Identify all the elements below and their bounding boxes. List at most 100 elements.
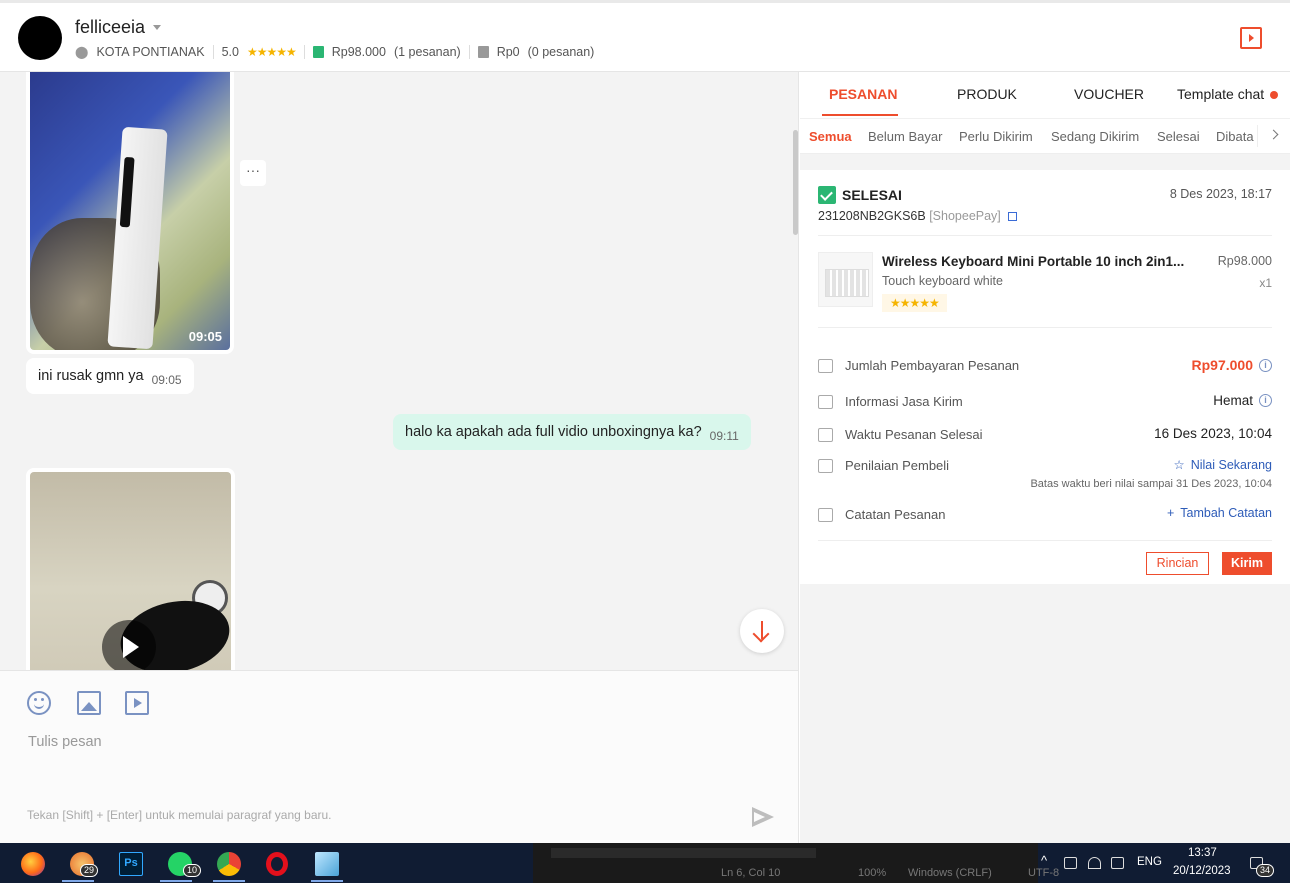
notification-dot [1270, 91, 1279, 99]
subtab-selesai[interactable]: Selesai [1157, 129, 1200, 144]
wifi-icon[interactable] [1088, 857, 1101, 869]
product-rating-stars-icon: ★★★★★ [882, 294, 947, 312]
copy-icon[interactable] [1008, 212, 1018, 221]
order-status: SELESAI [818, 186, 902, 204]
payment-total: Rp97.000 [1191, 357, 1253, 373]
buyer-rating-row: Penilaian Pembeli ☆ Nilai Sekarang [818, 457, 1272, 477]
cancelled-icon [477, 46, 489, 58]
order-note-row: Catatan Pesanan + Tambah Catatan [818, 506, 1272, 526]
more-options-button[interactable]: ··· [240, 160, 266, 186]
video-message[interactable]: 09:05 [26, 72, 234, 354]
meet-icon[interactable] [1064, 857, 1077, 869]
row-label: Penilaian Pembeli [845, 458, 950, 473]
row-label: Catatan Pesanan [845, 507, 946, 522]
completed-time-row: Waktu Pesanan Selesai 16 Des 2023, 10:04 [818, 426, 1272, 446]
unpaid-amount: Rp0 [496, 45, 520, 59]
row-label: Informasi Jasa Kirim [845, 394, 963, 409]
truck-icon [818, 395, 833, 409]
rate-now-label: Nilai Sekarang [1190, 457, 1272, 472]
subtab-perlu-dikirim[interactable]: Perlu Dikirim [959, 129, 1033, 144]
add-note-link[interactable]: + Tambah Catatan [1167, 506, 1272, 520]
editor-position: Ln 6, Col 10 [721, 867, 781, 879]
paid-amount: Rp98.000 [331, 45, 386, 59]
whatsapp-badge: 10 [183, 864, 202, 877]
subtab-dibatalkan[interactable]: Dibata [1216, 129, 1254, 144]
star-outline-icon [818, 459, 833, 473]
tab-template-chat[interactable]: Template chat [1177, 86, 1279, 102]
details-button[interactable]: Rincian [1146, 552, 1209, 575]
tab-pesanan[interactable]: PESANAN [829, 86, 897, 102]
clock-time[interactable]: 13:37 [1188, 847, 1217, 859]
editor-zoom: 100% [858, 867, 887, 879]
composer-hint: Tekan [Shift] + [Enter] untuk memulai pa… [27, 808, 332, 822]
divider [818, 540, 1272, 541]
username-dropdown[interactable]: felliceeia [75, 17, 162, 38]
opera-icon[interactable] [266, 852, 288, 876]
editor-encoding: UTF-8 [1028, 867, 1060, 879]
product-variation: Touch keyboard white [882, 274, 1003, 288]
panel-tabs: PESANAN PRODUK VOUCHER Template chat [800, 72, 1290, 118]
send-order-button[interactable]: Kirim [1222, 552, 1272, 575]
video-message[interactable] [26, 468, 235, 670]
order-status-tabs: Semua Belum Bayar Perlu Dikirim Sedang D… [800, 118, 1290, 154]
buyer-meta: ⬤ KOTA PONTIANAK 5.0 ★★★★★ Rp98.000 (1 p… [75, 45, 594, 59]
order-date: 8 Des 2023, 18:17 [1169, 187, 1272, 201]
paid-icon [312, 46, 324, 58]
scrollbar[interactable] [793, 130, 798, 235]
scroll-to-bottom-button[interactable] [740, 609, 784, 653]
chrome-icon[interactable] [217, 852, 241, 876]
windows-taskbar: 29 Ps 10 Ln 6, Col 10 100% Windows (CRLF… [0, 843, 1290, 883]
subtab-belum-bayar[interactable]: Belum Bayar [868, 129, 942, 144]
chat-messages[interactable]: 09:05 ··· ini rusak gmn ya 09:05 halo ka … [0, 72, 799, 670]
chevron-right-icon[interactable] [1257, 125, 1290, 147]
volume-icon[interactable] [1111, 857, 1124, 869]
rating-stars-icon: ★★★★★ [246, 45, 297, 59]
paid-orders: (1 pesanan) [393, 45, 461, 59]
play-icon[interactable] [102, 620, 156, 670]
firefox-icon[interactable] [21, 852, 45, 876]
order-card: SELESAI 8 Des 2023, 18:17 231208NB2GKS6B… [800, 170, 1290, 584]
tab-voucher[interactable]: VOUCHER [1074, 86, 1144, 102]
avatar[interactable] [18, 16, 62, 60]
active-indicator [213, 880, 245, 882]
divider [818, 235, 1272, 236]
image-icon[interactable] [77, 691, 101, 715]
order-panel: PESANAN PRODUK VOUCHER Template chat Sem… [800, 72, 1290, 843]
message-time: 09:05 [151, 373, 182, 387]
payment-total-row: Jumlah Pembayaran Pesanan Rp97.000 i [818, 357, 1272, 377]
photoshop-icon[interactable]: Ps [119, 852, 143, 876]
notification-badge: 34 [1256, 864, 1275, 877]
emoji-icon[interactable] [27, 691, 51, 715]
toggle-panel-icon[interactable] [1240, 27, 1262, 49]
rate-now-link[interactable]: ☆ Nilai Sekarang [1173, 457, 1272, 473]
message-time: 09:11 [709, 429, 739, 443]
unpaid-orders: (0 pesanan) [527, 45, 595, 59]
info-icon[interactable]: i [1259, 394, 1272, 407]
order-status-label: SELESAI [842, 187, 902, 203]
message-input[interactable]: Tulis pesan [28, 734, 102, 750]
product-name[interactable]: Wireless Keyboard Mini Portable 10 inch … [882, 254, 1192, 269]
caret-down-icon [153, 25, 162, 30]
subtab-sedang-dikirim[interactable]: Sedang Dikirim [1051, 129, 1139, 144]
row-value: Rp97.000 i [1192, 357, 1272, 373]
tray-chevron-up-icon[interactable]: ^ [1041, 853, 1047, 868]
divider [212, 45, 214, 59]
video-icon[interactable] [125, 691, 149, 715]
row-label: Waktu Pesanan Selesai [845, 427, 983, 442]
tab-produk[interactable]: PRODUK [957, 86, 1017, 102]
payment-method: [ShopeePay] [929, 209, 1001, 223]
video-thumbnail[interactable]: 09:05 [30, 72, 230, 350]
send-icon[interactable] [752, 807, 776, 827]
completed-time: 16 Des 2023, 10:04 [1154, 426, 1272, 441]
background-editor-window: Ln 6, Col 10 100% Windows (CRLF) UTF-8 [533, 843, 1059, 883]
message-composer: Tulis pesan Tekan [Shift] + [Enter] untu… [0, 670, 799, 843]
video-thumbnail[interactable] [30, 472, 231, 670]
notepad-icon[interactable] [315, 852, 339, 876]
location-pin-icon: ⬤ [75, 45, 89, 59]
subtab-semua[interactable]: Semua [809, 129, 852, 144]
clock-date[interactable]: 20/12/2023 [1173, 865, 1231, 877]
info-icon[interactable]: i [1259, 358, 1272, 372]
language-indicator[interactable]: ENG [1137, 856, 1162, 868]
product-image[interactable] [818, 252, 873, 307]
row-value: Hemat i [1213, 393, 1272, 408]
